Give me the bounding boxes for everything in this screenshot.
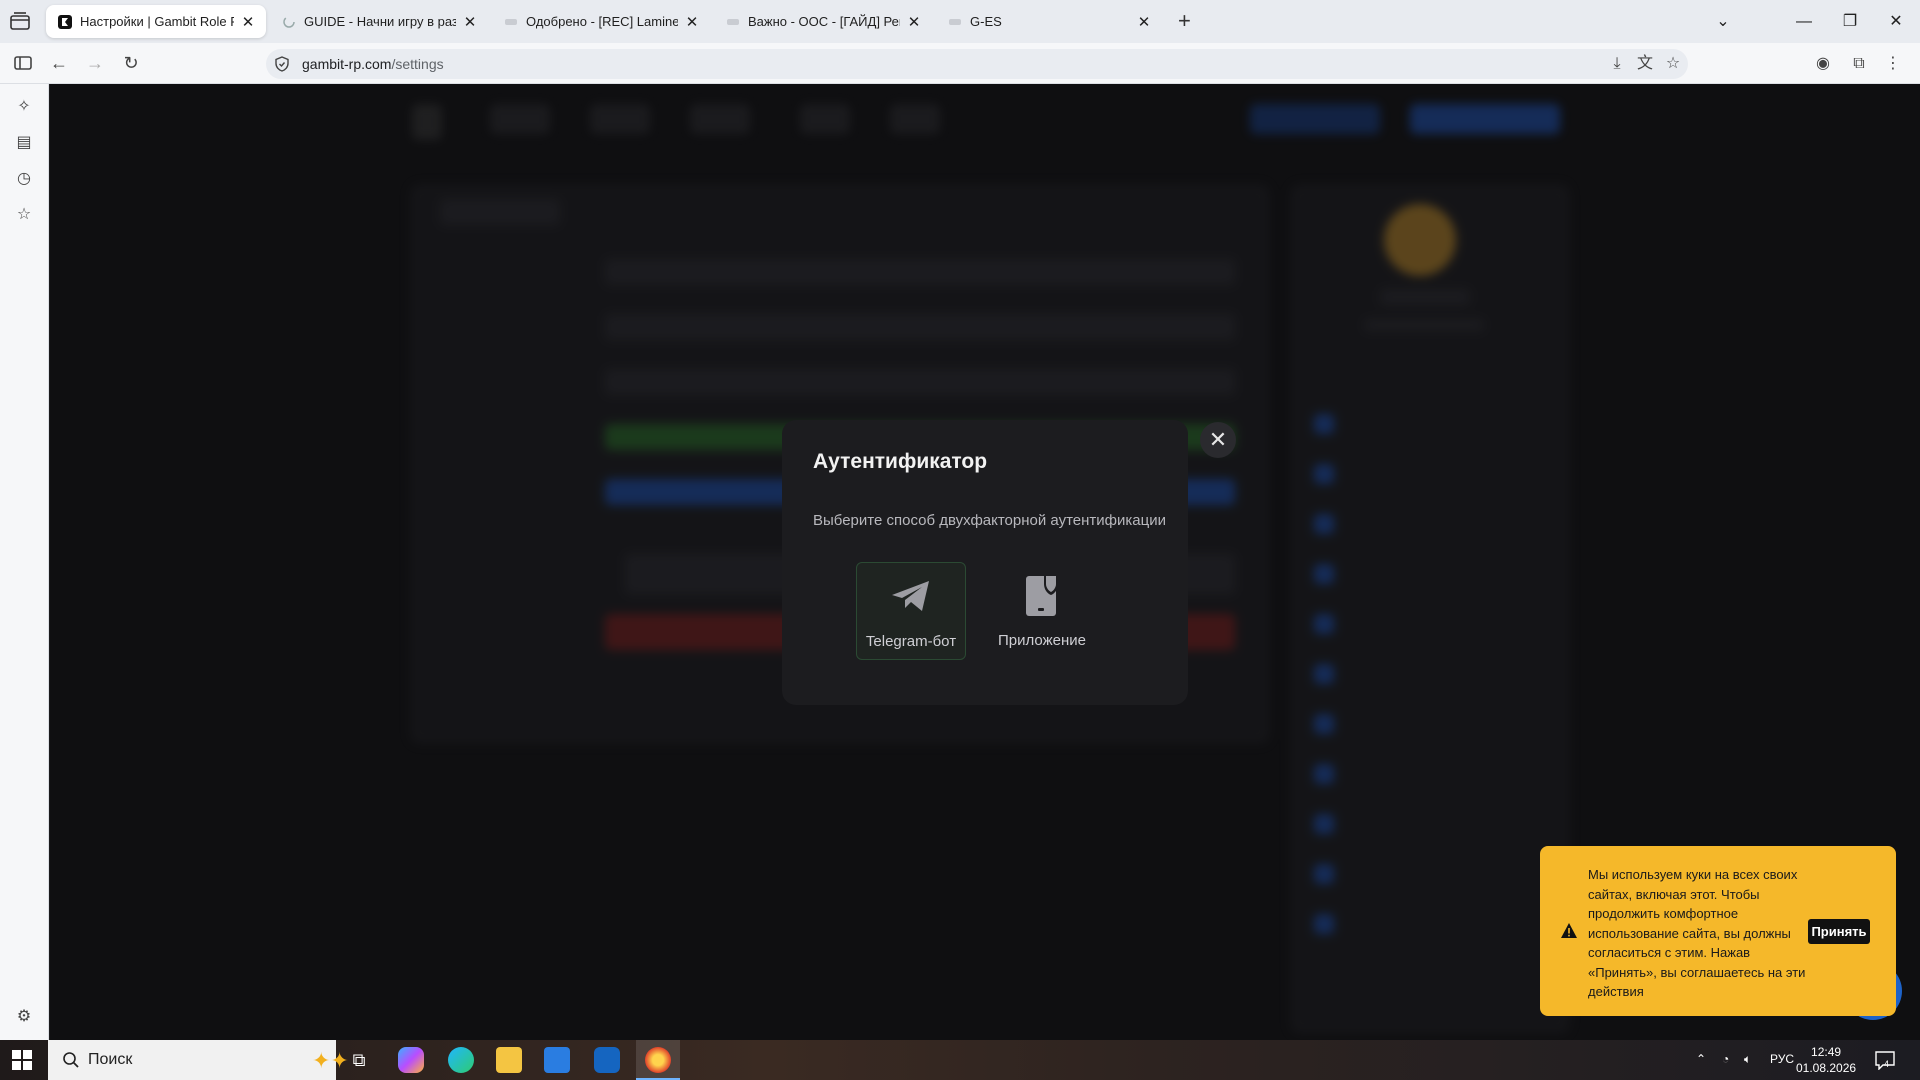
translate-icon[interactable]: 文: [1634, 53, 1656, 75]
tab-important[interactable]: Важно - ООС - [ГАЙД] Рекрути ✕: [714, 5, 932, 38]
tab-manager-icon[interactable]: [8, 11, 32, 33]
language-indicator[interactable]: РУС: [1770, 1052, 1794, 1066]
menu-dots-icon[interactable]: ⋮: [1882, 53, 1904, 75]
back-icon[interactable]: ←: [48, 52, 70, 74]
copilot-sparkle-icon[interactable]: ✧: [13, 96, 35, 118]
cookie-banner: Мы используем куки на всех своих сайтах,…: [1540, 846, 1896, 1016]
tab-settings[interactable]: Настройки | Gambit Role Play ✕: [46, 5, 266, 38]
tray-chevron-icon[interactable]: ⌃: [1696, 1052, 1706, 1066]
close-window-button[interactable]: ✕: [1873, 8, 1919, 36]
forum-favicon-icon: [949, 18, 961, 25]
tab-close-icon[interactable]: ✕: [1136, 13, 1152, 31]
outlook-icon[interactable]: [594, 1047, 620, 1073]
telegram-icon: [892, 581, 929, 611]
task-view-icon[interactable]: ⧉: [346, 1047, 372, 1073]
option-telegram-bot[interactable]: Telegram-бот: [856, 562, 966, 660]
tab-title: Настройки | Gambit Role Play: [80, 14, 234, 29]
network-icon[interactable]: ◔: [1722, 1052, 1729, 1066]
tab-guide[interactable]: GUIDE - Начни игру в разделе ✕: [270, 5, 488, 38]
modal-subtitle: Выберите способ двухфакторной аутентифик…: [813, 512, 1166, 529]
forum-favicon-icon: [727, 18, 739, 25]
settings-gear-icon[interactable]: ⚙: [13, 1006, 35, 1028]
install-app-icon[interactable]: ⤓: [1606, 53, 1628, 75]
collections-icon[interactable]: ▤: [13, 132, 35, 154]
forum-favicon-icon: [505, 18, 517, 25]
gambit-favicon-icon: [58, 14, 72, 29]
option-label: Приложение: [998, 632, 1086, 649]
volume-icon[interactable]: 🔈︎: [1744, 1052, 1751, 1067]
tab-title: GUIDE - Начни игру в разделе: [304, 14, 456, 29]
tab-strip: Настройки | Gambit Role Play ✕ GUIDE - Н…: [0, 0, 1920, 43]
new-tab-button[interactable]: +: [1178, 10, 1191, 32]
modal-title: Аутентификатор: [813, 450, 988, 473]
windows-taskbar: Поиск ✦✦ ⧉ ⌃ ◔ 🔈︎ РУС 12:49 01.08.2026 4: [0, 1040, 1920, 1080]
reload-icon[interactable]: ↻: [120, 52, 142, 74]
cookie-text: Мы используем куки на всех своих сайтах,…: [1588, 867, 1806, 999]
forward-icon[interactable]: →: [84, 52, 106, 74]
microsoft-store-icon[interactable]: [544, 1047, 570, 1073]
tab-close-icon[interactable]: ✕: [906, 13, 922, 31]
option-app[interactable]: Приложение: [987, 562, 1097, 660]
extensions-icon[interactable]: ⧉: [1848, 53, 1870, 75]
profile-icon[interactable]: ◉: [1812, 53, 1834, 75]
favorites-star-icon[interactable]: ☆: [13, 204, 35, 226]
taskbar-search[interactable]: Поиск ✦✦: [48, 1040, 349, 1080]
phone-shield-icon: [1026, 574, 1058, 616]
clock-date: 01.08.2026: [1796, 1061, 1857, 1075]
site-info-icon[interactable]: [274, 56, 290, 72]
loading-favicon-icon: [283, 15, 295, 28]
history-icon[interactable]: ◷: [13, 168, 35, 190]
browser-taskbar-icon[interactable]: [645, 1047, 671, 1073]
search-highlight-sparkle-icon: ✦✦: [312, 1048, 349, 1073]
search-icon: [63, 1052, 79, 1068]
tab-title: Важно - ООС - [ГАЙД] Рекрути: [748, 14, 900, 29]
search-placeholder: Поиск: [88, 1051, 133, 1068]
tab-close-icon[interactable]: ✕: [684, 13, 700, 31]
edge-browser-icon[interactable]: [448, 1047, 474, 1073]
url-text[interactable]: gambit-rp.com/settings: [302, 56, 444, 72]
authenticator-modal: Аутентификатор Выберите способ двухфакто…: [782, 420, 1188, 705]
tab-close-icon[interactable]: ✕: [462, 13, 478, 31]
browser-sidebar: ✧ ▤ ◷ ☆ ⚙: [0, 84, 49, 1040]
address-bar[interactable]: [266, 49, 1688, 79]
tab-list-chevron-icon[interactable]: ⌄: [1700, 8, 1746, 36]
warning-icon: [1561, 923, 1577, 938]
minimize-button[interactable]: —: [1781, 8, 1827, 36]
tab-close-icon[interactable]: ✕: [240, 13, 256, 31]
option-label: Telegram-бот: [865, 633, 957, 650]
system-clock[interactable]: 12:49 01.08.2026: [1796, 1044, 1856, 1076]
accept-cookies-button[interactable]: Принять: [1808, 919, 1870, 944]
copilot-app-icon[interactable]: [398, 1047, 424, 1073]
modal-close-button[interactable]: ✕: [1200, 422, 1236, 458]
windows-start-icon[interactable]: [12, 1050, 32, 1070]
tab-approved[interactable]: Одобрено - [REC] Lamine Masi ✕: [492, 5, 710, 38]
sidebar-toggle-icon[interactable]: [12, 52, 34, 74]
bookmark-star-icon[interactable]: ☆: [1662, 53, 1684, 75]
tab-ges[interactable]: G-ES ✕: [936, 5, 1162, 38]
restore-button[interactable]: ❐: [1827, 8, 1873, 36]
tab-title: Одобрено - [REC] Lamine Masi: [526, 14, 678, 29]
file-explorer-icon[interactable]: [496, 1047, 522, 1073]
notification-count: 4: [1884, 1059, 1890, 1069]
tab-title: G-ES: [970, 14, 1002, 29]
clock-time: 12:49: [1811, 1045, 1842, 1059]
